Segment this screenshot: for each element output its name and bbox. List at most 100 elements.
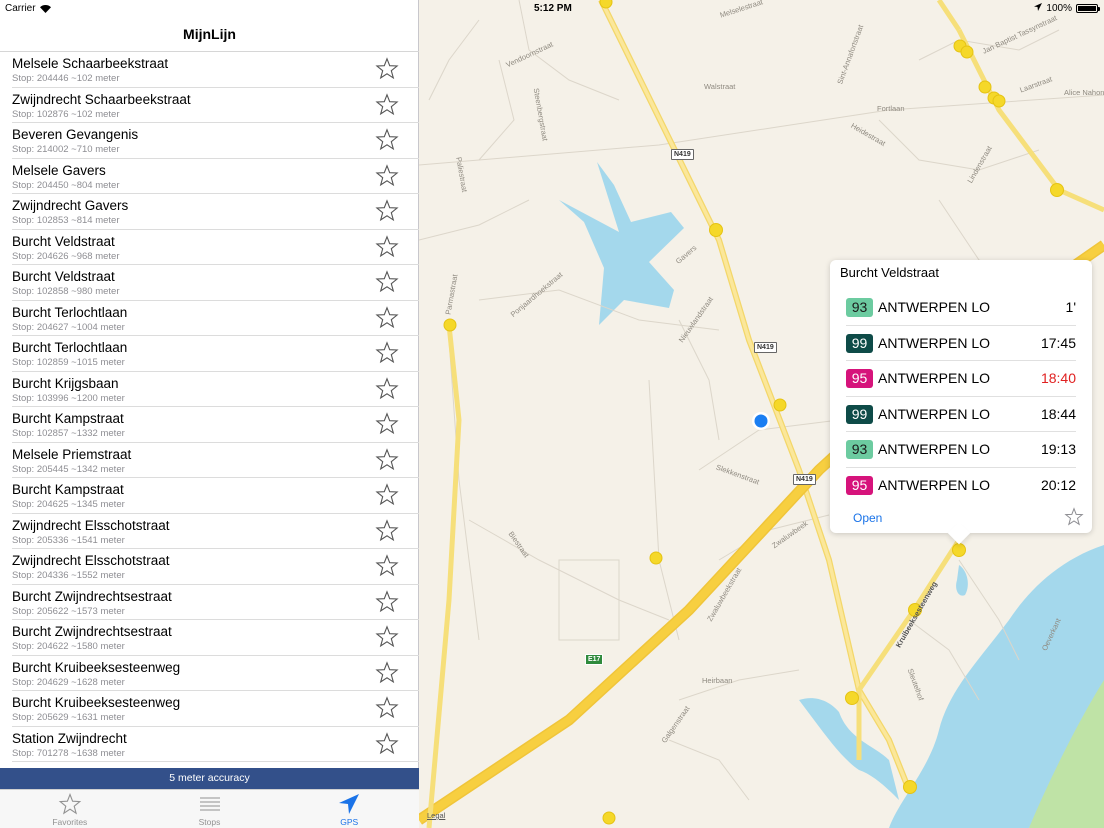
favorite-star-icon[interactable] [375, 412, 399, 436]
stop-meta: Stop: 103996 ~1200 meter [12, 392, 125, 404]
favorite-star-icon[interactable] [375, 305, 399, 330]
favorite-star-icon[interactable] [375, 731, 399, 756]
stop-meta: Stop: 204336 ~1552 meter [12, 570, 125, 581]
departure-destination: ANTWERPEN LO [878, 441, 991, 457]
stop-row[interactable]: Burcht Terlochtlaan Stop: 102859 ~1015 me… [12, 336, 419, 372]
favorite-star-icon[interactable] [375, 234, 399, 259]
favorite-star-icon[interactable] [375, 270, 399, 294]
departure-time: 19:13 [1040, 441, 1076, 457]
wifi-icon [39, 4, 51, 13]
favorite-star-icon[interactable] [375, 341, 399, 365]
stop-row[interactable]: Melsele Schaarbeekstraat Stop: 204446 ~10… [12, 52, 419, 88]
open-button[interactable]: Open [853, 511, 882, 525]
street-label: Alice Nahon [1064, 88, 1104, 97]
departure-row[interactable]: 95 ANTWERPEN LO 18:40 [846, 361, 1076, 397]
stop-name: Burcht Zwijndrechtsestraat [12, 588, 172, 604]
line-badge: 95 [846, 475, 873, 495]
favorite-star-icon[interactable] [375, 589, 399, 614]
tab-favorites[interactable]: Favorites [0, 790, 140, 828]
tab-label: GPS [340, 817, 359, 827]
stop-name: Burcht Krijgsbaan [12, 375, 119, 391]
battery-percent: 100% [1046, 3, 1072, 14]
tab-stops[interactable]: Stops [140, 790, 280, 828]
stop-name: Burcht Kampstraat [12, 482, 124, 497]
accuracy-banner: 5 meter accuracy [0, 768, 419, 789]
stop-row[interactable]: Beveren Gevangenis Stop: 214002 ~710 mete… [12, 123, 419, 159]
street-label: Fortlaan [877, 104, 905, 113]
stop-meta: Stop: 204627 ~1004 meter [12, 321, 125, 333]
nav-bar: MijnLijn [0, 18, 419, 52]
tab-label: Stops [198, 817, 221, 827]
stop-row[interactable]: Burcht Zwijndrechtsestraat Stop: 204622 ~… [12, 620, 419, 656]
star-icon [58, 792, 82, 815]
favorite-star-icon[interactable] [375, 92, 399, 117]
line-badge: 93 [846, 440, 873, 459]
stop-meta: Stop: 205445 ~1342 meter [12, 463, 125, 475]
stop-meta: Stop: 204622 ~1580 meter [12, 641, 125, 652]
stop-row[interactable]: Burcht Zwijndrechtsestraat Stop: 205622 ~… [12, 585, 419, 620]
stop-meta: Stop: 205336 ~1541 meter [12, 534, 125, 546]
stop-row[interactable]: Station Zwijndrecht Stop: 701278 ~1638 me… [12, 727, 419, 762]
stop-meta: Stop: 204626 ~968 meter [12, 250, 120, 262]
favorite-star-icon[interactable] [1064, 507, 1084, 527]
favorite-star-icon[interactable] [375, 625, 399, 649]
favorite-star-icon[interactable] [375, 447, 399, 472]
legal-link[interactable]: Legal [427, 811, 445, 820]
road-shield-e17: E17 [585, 654, 604, 665]
departure-row[interactable]: 99 ANTWERPEN LO 17:45 [846, 326, 1076, 361]
stop-name: Burcht Zwijndrechtsestraat [12, 624, 172, 639]
favorite-star-icon[interactable] [375, 554, 399, 578]
tab-gps[interactable]: GPS [279, 790, 419, 828]
stop-row[interactable]: Burcht Krijgsbaan Stop: 103996 ~1200 mete… [12, 372, 419, 407]
stop-row[interactable]: Zwijndrecht Elsschotstraat Stop: 205336 ~… [12, 514, 419, 549]
favorite-star-icon[interactable] [375, 483, 399, 507]
stop-name: Station Zwijndrecht [12, 730, 127, 746]
favorite-star-icon[interactable] [375, 128, 399, 152]
battery-icon [1076, 4, 1100, 13]
departure-time: 20:12 [1040, 476, 1076, 493]
favorite-star-icon[interactable] [375, 518, 399, 543]
list-icon [198, 793, 222, 815]
stop-row[interactable]: Melsele Gavers Stop: 204450 ~804 meter [12, 159, 419, 194]
departure-row[interactable]: 93 ANTWERPEN LO 1' [846, 290, 1076, 326]
departure-time: 18:44 [1040, 405, 1076, 422]
favorite-star-icon[interactable] [375, 57, 399, 81]
carrier-indicator: Carrier [5, 3, 51, 14]
stop-row[interactable]: Zwijndrecht Gavers Stop: 102853 ~814 mete… [12, 194, 419, 230]
favorite-star-icon[interactable] [375, 376, 399, 401]
line-badge: 93 [846, 298, 873, 317]
stop-row[interactable]: Burcht Veldstraat Stop: 204626 ~968 meter [12, 230, 419, 265]
stop-name: Zwijndrecht Elsschotstraat [12, 553, 170, 568]
stop-row[interactable]: Burcht Veldstraat Stop: 102858 ~980 meter [12, 265, 419, 301]
favorite-star-icon[interactable] [375, 696, 399, 720]
favorite-star-icon[interactable] [375, 199, 399, 223]
departure-destination: ANTWERPEN LO [878, 476, 991, 493]
stop-row[interactable]: Zwijndrecht Schaarbeekstraat Stop: 102876… [12, 88, 419, 123]
stop-meta: Stop: 102858 ~980 meter [12, 286, 120, 297]
street-label: Walstraat [704, 82, 736, 91]
favorite-star-icon[interactable] [375, 660, 399, 685]
stop-name: Burcht Kruibeeksesteenweg [12, 659, 181, 675]
stop-row[interactable]: Zwijndrecht Elsschotstraat Stop: 204336 ~… [12, 549, 419, 585]
stop-row[interactable]: Burcht Kruibeeksesteenweg Stop: 204629 ~1… [12, 656, 419, 691]
stop-list[interactable]: Melsele Schaarbeekstraat Stop: 204446 ~10… [0, 52, 419, 768]
stop-meta: Stop: 204446 ~102 meter [12, 73, 120, 84]
stop-name: Beveren Gevangenis [12, 127, 139, 142]
departure-time: 1' [1065, 299, 1076, 315]
carrier-label: Carrier [5, 3, 36, 14]
battery-indicator: 100% [1034, 3, 1100, 14]
stop-row[interactable]: Burcht Kampstraat Stop: 102857 ~1332 mete… [12, 407, 419, 443]
departure-time: 17:45 [1040, 334, 1076, 351]
stop-name: Zwijndrecht Elsschotstraat [12, 517, 170, 533]
stop-row[interactable]: Burcht Kruibeeksesteenweg Stop: 205629 ~1… [12, 691, 419, 727]
stop-name: Melsele Priemstraat [12, 446, 132, 462]
stop-row[interactable]: Burcht Kampstraat Stop: 204625 ~1345 mete… [12, 478, 419, 514]
stop-row[interactable]: Melsele Priemstraat Stop: 205445 ~1342 me… [12, 443, 419, 478]
stops-panel: Carrier MijnLijn Melsele Schaarbeekstraa… [0, 0, 419, 828]
departure-row[interactable]: 95 ANTWERPEN LO 20:12 [846, 468, 1076, 504]
departure-row[interactable]: 99 ANTWERPEN LO 18:44 [846, 397, 1076, 432]
favorite-star-icon[interactable] [375, 163, 399, 188]
stop-row[interactable]: Burcht Terlochtlaan Stop: 204627 ~1004 me… [12, 301, 419, 336]
departure-row[interactable]: 93 ANTWERPEN LO 19:13 [846, 432, 1076, 468]
page-title: MijnLijn [183, 26, 236, 42]
